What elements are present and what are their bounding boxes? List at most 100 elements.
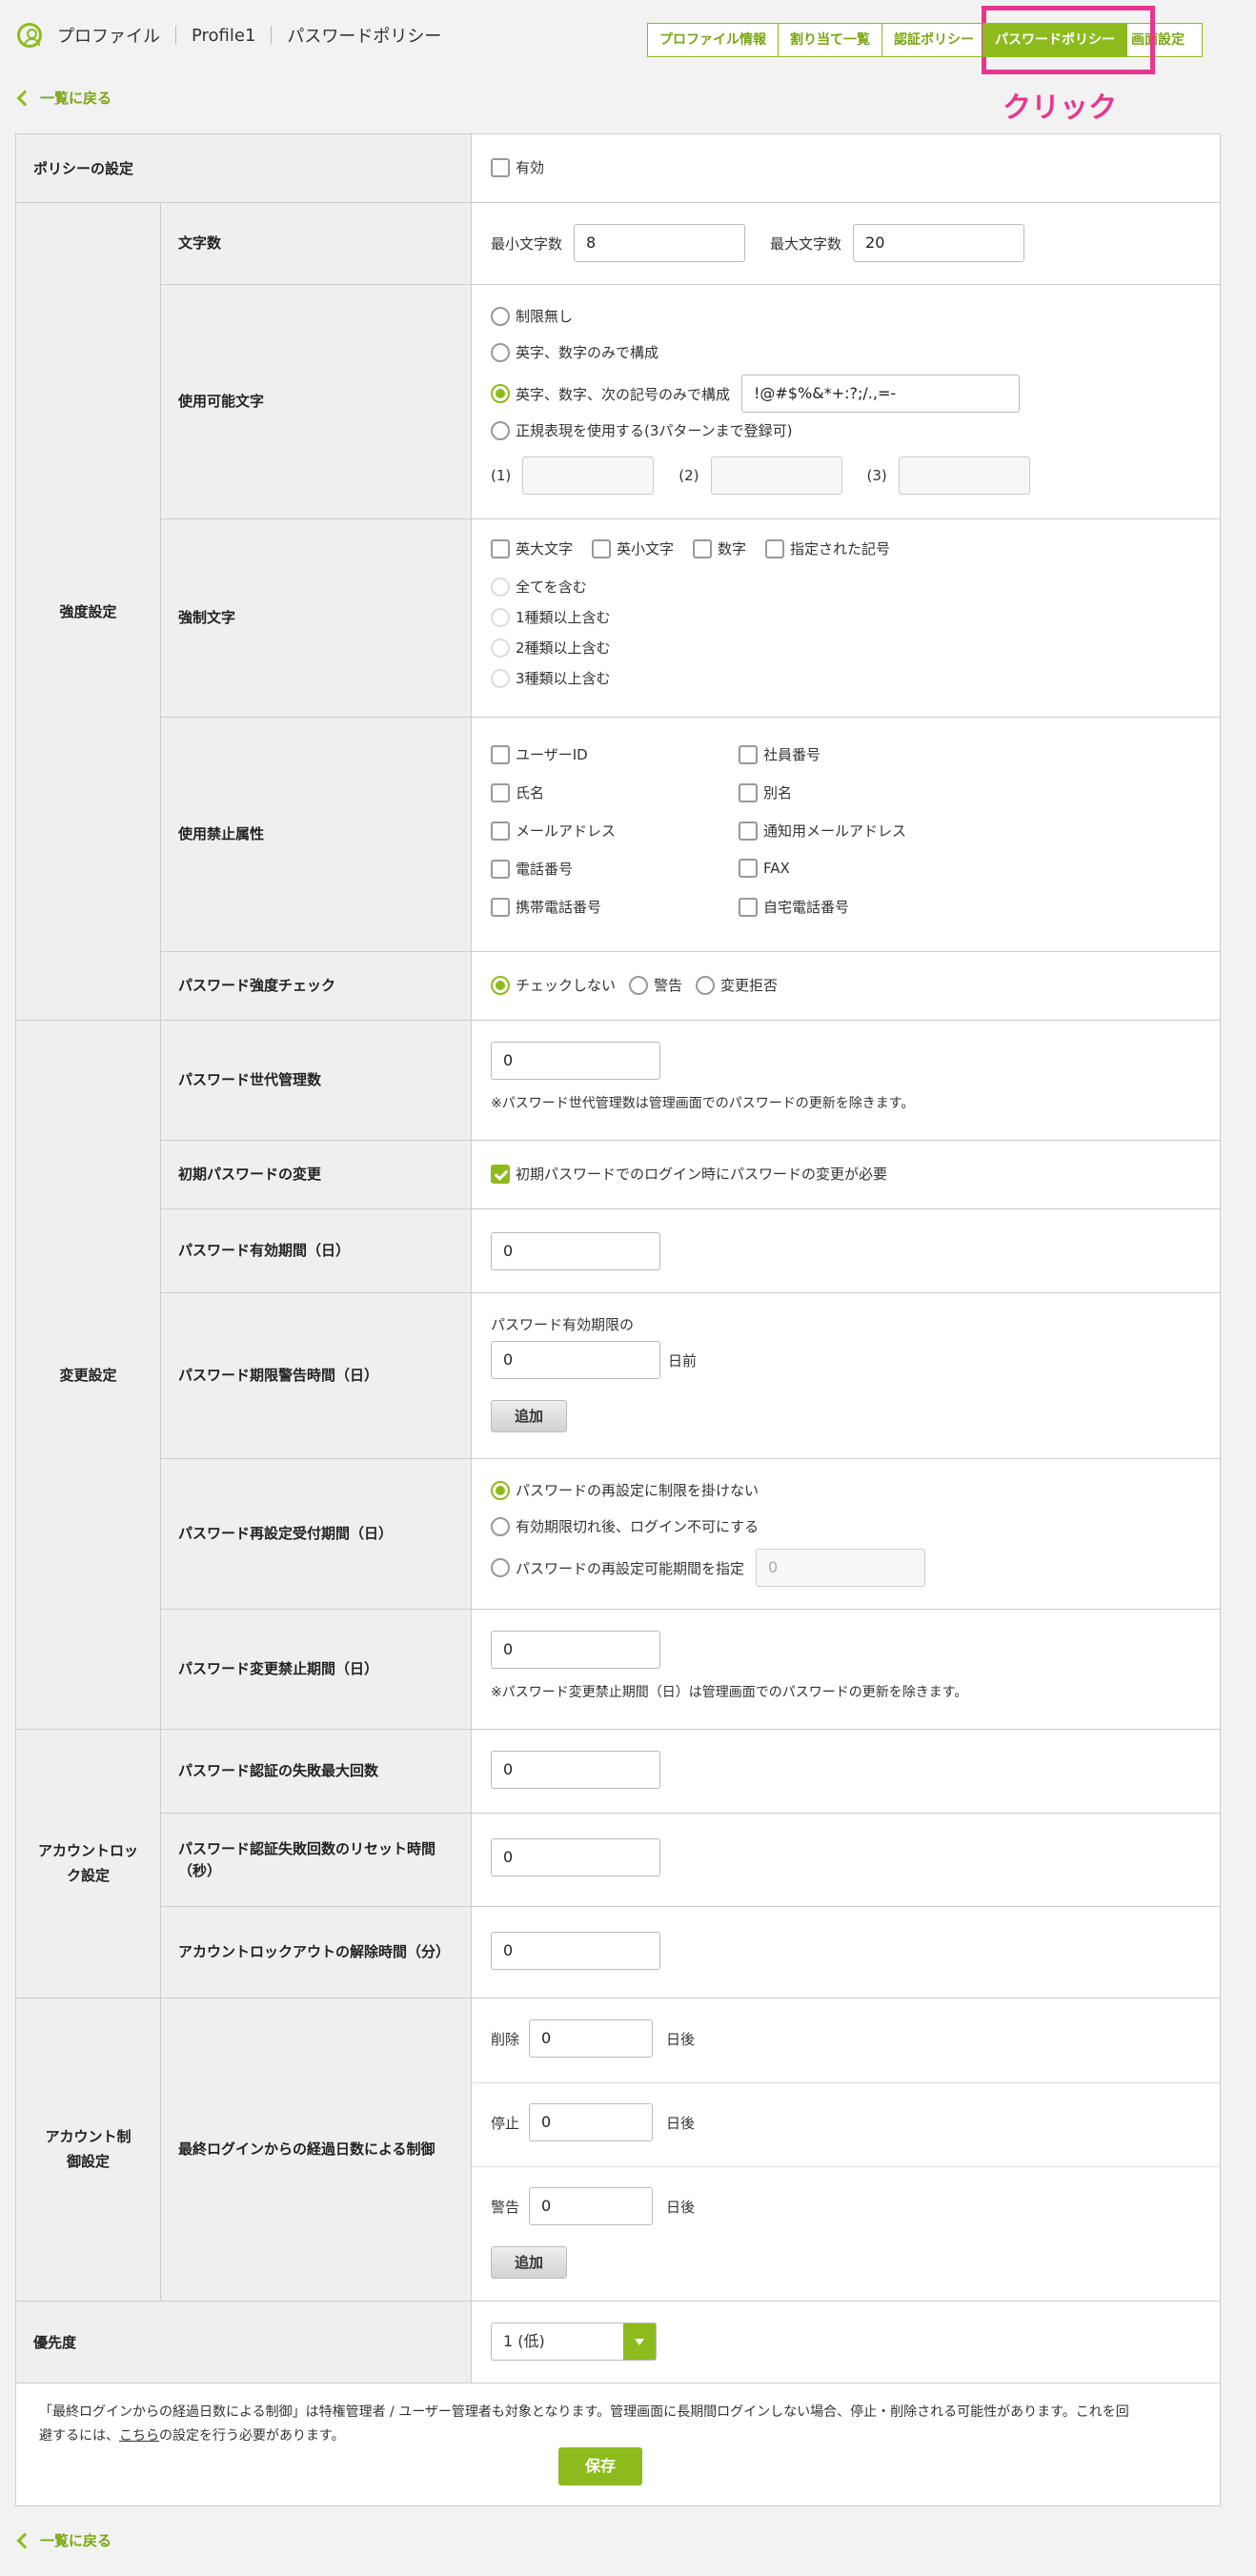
control-suspend-input[interactable]: 0 (529, 2103, 654, 2141)
tab-profile-info[interactable]: プロファイル情報 (647, 23, 779, 57)
expiry-warning-label: パスワード期限警告時間（日） (161, 1293, 472, 1458)
usable-option-alnum[interactable]: 英字、数字のみで構成 (491, 342, 658, 362)
change-forbid-input[interactable]: 0 (491, 1631, 660, 1669)
control-warn: 警告 0 日後 (491, 2187, 695, 2225)
back-link-bottom[interactable]: 一覧に戻る (16, 2530, 111, 2550)
strength-check-reject-radio[interactable]: 変更拒否 (696, 975, 778, 995)
forced-level-all[interactable]: 全てを含む (491, 577, 587, 597)
reset-period-input[interactable]: 0 (756, 1549, 926, 1587)
radio-label: 警告 (654, 977, 683, 994)
crumb-profile[interactable]: プロファイル (57, 23, 160, 48)
forced-level-1[interactable]: 1種類以上含む (491, 607, 611, 627)
crumb-profile-name[interactable]: Profile1 (192, 26, 255, 46)
forced-symbol-checkbox[interactable]: 指定された記号 (765, 538, 890, 558)
max-length-input[interactable]: 20 (853, 224, 1025, 262)
forbidden-phone[interactable]: 電話番号 (491, 859, 573, 879)
strength-check-none-radio[interactable]: チェックしない (491, 975, 616, 995)
forbidden-alias[interactable]: 別名 (739, 782, 792, 802)
control-suffix: 日後 (666, 2198, 696, 2216)
usable-option-regex[interactable]: 正規表現を使用する(3パターンまで登録可) (491, 420, 793, 440)
checkbox-checked-icon (491, 1164, 510, 1184)
notice-line-1: 「最終ログインからの経過日数による制御」は特権管理者 / ユーザー管理者も対象と… (39, 2404, 1129, 2420)
priority-select[interactable]: 1 (低) (491, 2322, 657, 2361)
lock-reset-row: パスワード認証失敗回数のリセット時間（秒） 0 (161, 1814, 1220, 1907)
lock-fail-label: パスワード認証の失敗最大回数 (161, 1730, 472, 1813)
checkbox-icon (491, 538, 510, 558)
usable-option-label: 制限無し (516, 308, 574, 325)
control-action-label: 警告 (491, 2198, 520, 2216)
radio-icon (491, 1516, 510, 1536)
tab-screen-settings[interactable]: 画面設定 (1126, 23, 1203, 57)
save-button[interactable]: 保存 (558, 2447, 642, 2485)
forbidden-notify-email[interactable]: 通知用メールアドレス (739, 821, 906, 841)
reset-option-lock[interactable]: 有効期限切れ後、ログイン不可にする (491, 1516, 759, 1536)
lock-unlock-input[interactable]: 0 (491, 1932, 660, 1970)
history-input[interactable]: 0 (491, 1042, 660, 1080)
checkbox-label: 英小文字 (617, 540, 675, 558)
radio-icon (629, 975, 649, 995)
notice-link[interactable]: こちら (119, 2428, 159, 2444)
add-control-button[interactable]: 追加 (491, 2246, 568, 2279)
pattern-label: (1) (491, 467, 512, 484)
tab-assignments[interactable]: 割り当て一覧 (778, 23, 882, 57)
checkbox-label: メールアドレス (516, 822, 617, 840)
min-length-input[interactable]: 8 (574, 224, 746, 262)
checkbox-label: 電話番号 (516, 861, 574, 878)
tab-password-policy[interactable]: パスワードポリシー (983, 23, 1127, 57)
control-warn-input[interactable]: 0 (529, 2187, 654, 2225)
breadcrumb: プロファイル Profile1 パスワードポリシー (17, 23, 441, 48)
history-note: ※パスワード世代管理数は管理画面でのパスワードの更新を除きます。 (491, 1096, 915, 1111)
regex-pattern-2-input[interactable] (710, 456, 842, 495)
lock-group-label: アカウントロック設定 (16, 1730, 161, 1998)
forced-lower-checkbox[interactable]: 英小文字 (592, 538, 674, 558)
control-delete-input[interactable]: 0 (529, 2019, 654, 2058)
forbidden-mobile[interactable]: 携帯電話番号 (491, 897, 601, 917)
add-warning-button[interactable]: 追加 (491, 1400, 568, 1432)
checkbox-icon (739, 782, 758, 802)
level-label: 2種類以上含む (516, 639, 611, 657)
validity-input[interactable]: 0 (491, 1232, 660, 1270)
reset-option-specify[interactable]: パスワードの再設定可能期間を指定 0 (491, 1549, 926, 1587)
forbidden-home-phone[interactable]: 自宅電話番号 (739, 897, 849, 917)
forbidden-user-id[interactable]: ユーザーID (491, 744, 588, 764)
tab-auth-policy[interactable]: 認証ポリシー (881, 23, 983, 57)
forbidden-fax[interactable]: FAX (739, 859, 790, 878)
forbidden-attrs-row: 使用禁止属性 ユーザーID 社員番号 氏名 別名 メールアドレス 通知用メールア… (161, 718, 1220, 952)
forbidden-email[interactable]: メールアドレス (491, 821, 616, 841)
checkbox-label: 携帯電話番号 (516, 899, 602, 916)
forced-upper-checkbox[interactable]: 英大文字 (491, 538, 573, 558)
initial-password-checkbox[interactable]: 初期パスワードでのログイン時にパスワードの変更が必要 (491, 1164, 887, 1184)
lock-reset-input[interactable]: 0 (491, 1838, 660, 1876)
radio-icon (491, 638, 510, 658)
regex-pattern-3-input[interactable] (898, 456, 1030, 495)
usable-option-none[interactable]: 制限無し (491, 306, 573, 326)
strength-group-label: 強度設定 (16, 203, 161, 1021)
forced-level-3[interactable]: 3種類以上含む (491, 668, 611, 688)
policy-enabled-checkbox[interactable]: 有効 (491, 157, 544, 177)
reset-option-unlimited[interactable]: パスワードの再設定に制限を掛けない (491, 1480, 759, 1500)
validity-row: パスワード有効期間（日） 0 (161, 1209, 1220, 1293)
back-link[interactable]: 一覧に戻る (16, 88, 111, 108)
forbidden-name[interactable]: 氏名 (491, 782, 544, 802)
symbols-input[interactable]: !@#$%&*+:?;/.,=- (741, 375, 1021, 413)
forced-level-2[interactable]: 2種類以上含む (491, 638, 611, 658)
strength-check-warn-radio[interactable]: 警告 (629, 975, 682, 995)
policy-label: ポリシーの設定 (16, 134, 472, 202)
forced-digit-checkbox[interactable]: 数字 (693, 538, 746, 558)
checkbox-icon (739, 897, 758, 917)
priority-row: 優先度 1 (低) (16, 2302, 1220, 2383)
expiry-warning-input[interactable]: 0 (491, 1341, 660, 1379)
policy-enabled-label: 有効 (516, 159, 545, 176)
history-label: パスワード世代管理数 (161, 1021, 472, 1140)
level-label: 3種類以上含む (516, 670, 611, 687)
control-action-label: 削除 (491, 2030, 520, 2048)
control-divider (473, 2166, 1220, 2167)
regex-pattern-1-input[interactable] (522, 456, 655, 495)
notice-text: 避するには、 (39, 2427, 119, 2444)
lock-fail-input[interactable]: 0 (491, 1751, 660, 1789)
control-action-label: 停止 (491, 2114, 520, 2132)
usable-option-symbols[interactable]: 英字、数字、次の記号のみで構成 !@#$%&*+:?;/.,=- (491, 375, 1021, 413)
forbidden-employee-no[interactable]: 社員番号 (739, 744, 820, 764)
checkbox-label: ユーザーID (516, 746, 588, 763)
reset-period-row: パスワード再設定受付期間（日） パスワードの再設定に制限を掛けない 有効期限切れ… (161, 1459, 1220, 1610)
